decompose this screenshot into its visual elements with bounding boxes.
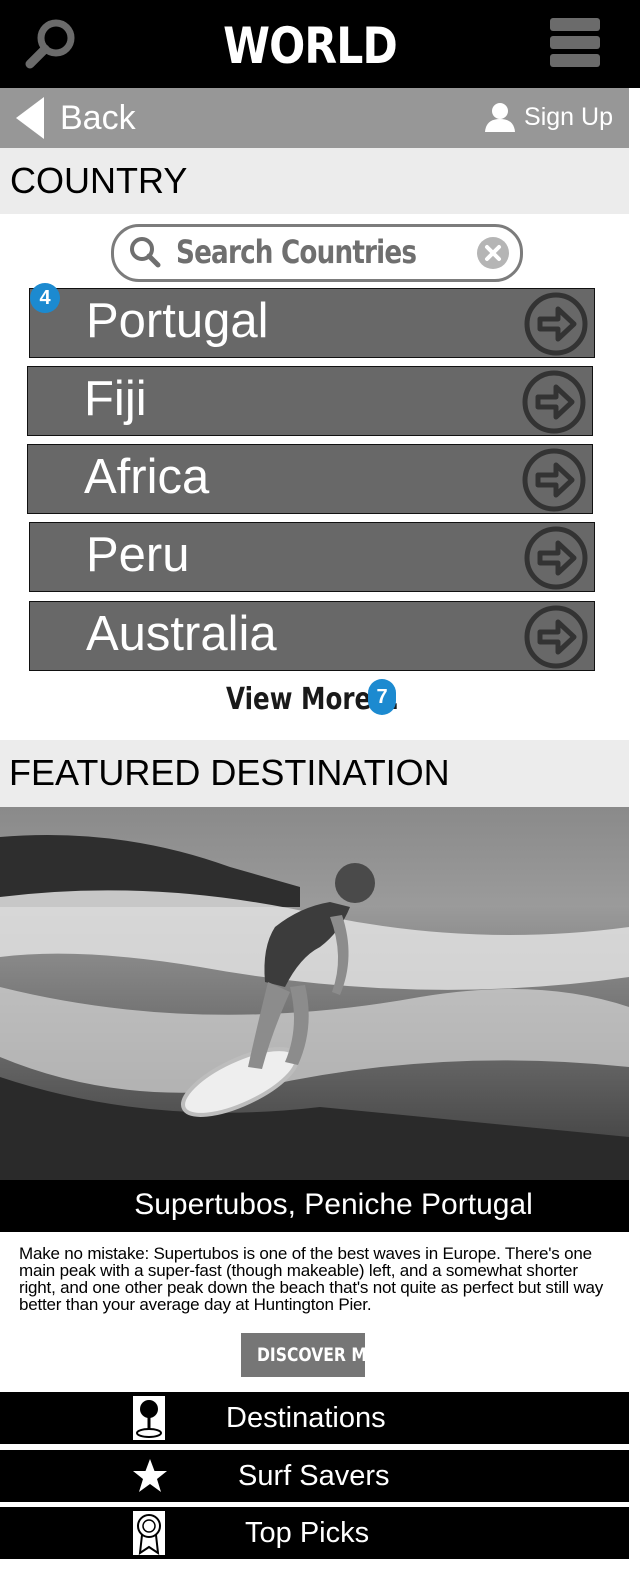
country-name: Portugal bbox=[86, 294, 269, 348]
star-icon bbox=[133, 1459, 167, 1492]
country-row-peru[interactable]: Peru bbox=[29, 522, 595, 592]
back-arrow-icon bbox=[16, 97, 44, 139]
discover-more-button[interactable]: DISCOVER MORE bbox=[241, 1333, 403, 1377]
notification-badge: 4 bbox=[30, 283, 60, 313]
user-icon bbox=[485, 103, 516, 132]
arrow-right-circle-icon[interactable] bbox=[522, 370, 586, 434]
arrow-right-circle-icon[interactable] bbox=[524, 605, 588, 669]
back-button[interactable]: Back bbox=[16, 96, 136, 140]
country-name: Peru bbox=[86, 528, 190, 582]
arrow-right-circle-icon[interactable] bbox=[524, 526, 588, 590]
country-row-portugal[interactable]: Portugal bbox=[29, 288, 595, 358]
tab-label: Top Picks bbox=[245, 1517, 370, 1549]
search-icon[interactable] bbox=[22, 14, 82, 74]
discover-more-label: DISCOVER MORE bbox=[256, 1344, 403, 1366]
country-row-africa[interactable]: Africa bbox=[27, 444, 593, 514]
country-search-input[interactable]: Search Countries bbox=[111, 224, 523, 282]
nav-bar: Back Sign Up bbox=[0, 88, 629, 148]
sign-up-label: Sign Up bbox=[524, 102, 613, 131]
search-icon bbox=[130, 237, 161, 268]
arrow-right-circle-icon[interactable] bbox=[522, 448, 586, 512]
tab-label: Destinations bbox=[226, 1402, 386, 1434]
tab-top-picks[interactable]: Top Picks bbox=[0, 1507, 629, 1559]
country-name: Fiji bbox=[84, 372, 147, 426]
top-bar: WORLD SURF bbox=[0, 0, 640, 151]
featured-photo[interactable] bbox=[0, 807, 629, 1180]
tab-destinations[interactable]: Destinations bbox=[0, 1392, 629, 1444]
country-section-header: COUNTRY bbox=[0, 148, 629, 214]
featured-section-title: FEATURED DESTINATION bbox=[9, 752, 450, 793]
sign-up-button[interactable]: Sign Up bbox=[484, 102, 613, 132]
tab-label: Surf Savers bbox=[238, 1460, 390, 1492]
back-label: Back bbox=[60, 98, 136, 137]
arrow-right-circle-icon[interactable] bbox=[524, 292, 588, 356]
country-row-australia[interactable]: Australia bbox=[29, 601, 595, 671]
country-section-title: COUNTRY bbox=[10, 160, 188, 201]
notification-badge: 7 bbox=[368, 679, 396, 715]
featured-caption: Supertubos, Peniche Portugal bbox=[0, 1180, 629, 1232]
hamburger-menu-icon[interactable] bbox=[550, 18, 600, 70]
search-placeholder: Search Countries bbox=[176, 233, 417, 271]
map-pin-icon bbox=[133, 1396, 165, 1440]
featured-section-header: FEATURED DESTINATION bbox=[0, 740, 629, 807]
country-name: Australia bbox=[86, 607, 277, 661]
clear-icon[interactable] bbox=[476, 236, 510, 270]
featured-description: Make no mistake: Supertubos is one of th… bbox=[19, 1244, 604, 1314]
tab-surf-savers[interactable]: Surf Savers bbox=[0, 1450, 629, 1502]
award-ribbon-icon bbox=[133, 1511, 165, 1556]
country-name: Africa bbox=[84, 450, 210, 504]
country-row-fiji[interactable]: Fiji bbox=[27, 366, 593, 436]
